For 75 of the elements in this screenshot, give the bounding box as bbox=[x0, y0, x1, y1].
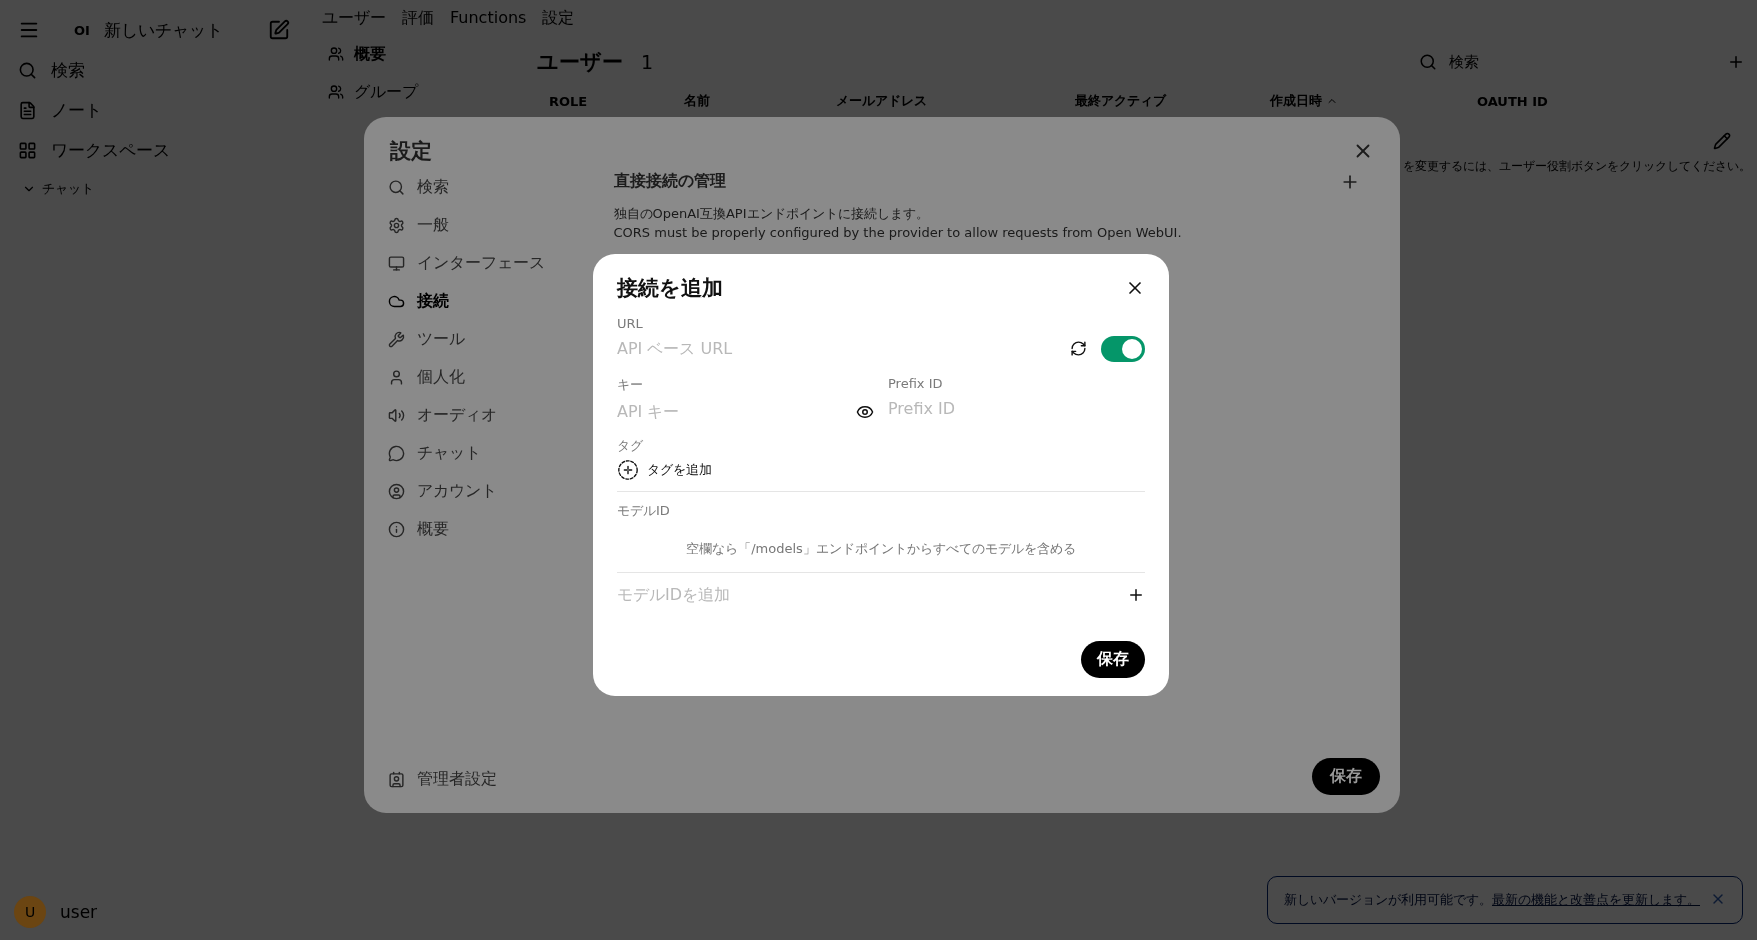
user-circle-icon bbox=[387, 482, 405, 500]
settings-nav-item[interactable]: 一般 bbox=[383, 209, 594, 241]
people-icon bbox=[328, 46, 344, 62]
refresh-button[interactable] bbox=[1070, 340, 1087, 357]
settings-nav-item[interactable]: ツール bbox=[383, 323, 594, 355]
sidebar-item[interactable]: 検索 bbox=[10, 50, 290, 90]
new-chat-title[interactable]: 新しいチャット bbox=[103, 18, 254, 42]
column-header[interactable]: 最終アクティブ bbox=[1075, 92, 1270, 110]
settings-nav-item[interactable]: 接続 bbox=[383, 285, 594, 317]
save-button[interactable]: 保存 bbox=[1311, 758, 1380, 795]
column-header[interactable]: ROLE bbox=[549, 93, 684, 109]
user-avatar: U bbox=[14, 896, 46, 928]
user-name[interactable]: user bbox=[60, 902, 98, 922]
api-key-input[interactable]: API キー bbox=[617, 398, 842, 425]
update-link[interactable]: 最新の機能と改善点を更新します。 bbox=[1492, 892, 1700, 907]
field-label: URL bbox=[617, 316, 644, 331]
hint-text: を変更するには、ユーザー役割ボタンをクリックしてください。 bbox=[1403, 158, 1751, 175]
url-input[interactable]: API ベース URL bbox=[617, 335, 1056, 362]
people-icon bbox=[328, 84, 344, 100]
logo: OI bbox=[74, 22, 90, 38]
add-tag-button[interactable]: タグを追加 bbox=[617, 459, 1145, 481]
users-title: ユーザー bbox=[537, 49, 623, 76]
column-header[interactable]: OAUTH ID bbox=[1477, 93, 1745, 109]
admin-tab[interactable]: 評価 bbox=[402, 8, 434, 32]
document-icon bbox=[18, 100, 37, 120]
admin-tab[interactable]: Functions bbox=[450, 8, 527, 32]
settings-nav-item[interactable]: アカウント bbox=[383, 475, 594, 507]
settings-nav-item[interactable]: 検索 bbox=[383, 171, 594, 203]
info-icon bbox=[387, 520, 405, 538]
sidebar-item[interactable]: ノート bbox=[10, 90, 290, 130]
edit-button[interactable] bbox=[1713, 132, 1731, 150]
cors-note: CORS must be properly configured by the provider to allow requests from Open WebUI. bbox=[613, 224, 1183, 242]
field-label: モデルID bbox=[617, 502, 671, 520]
field-label: Prefix ID bbox=[888, 376, 944, 391]
speaker-icon bbox=[387, 406, 405, 424]
grid-icon bbox=[18, 140, 37, 160]
monitor-icon bbox=[387, 254, 405, 272]
save-button[interactable]: 保存 bbox=[1081, 641, 1145, 678]
subnav-item[interactable]: グループ bbox=[322, 78, 537, 106]
user-count: 1 bbox=[641, 51, 655, 73]
dialog-title: 接続を追加 bbox=[617, 275, 723, 302]
field-label: キー bbox=[617, 376, 644, 394]
search-icon bbox=[1419, 53, 1437, 71]
id-card-icon bbox=[387, 770, 405, 788]
wrench-icon bbox=[387, 330, 405, 348]
search-icon bbox=[387, 178, 405, 196]
admin-tab[interactable]: ユーザー bbox=[322, 8, 386, 32]
enable-toggle[interactable] bbox=[1101, 335, 1145, 362]
section-title: 直接接続の管理 bbox=[613, 171, 726, 192]
column-header[interactable]: 作成日時 bbox=[1270, 92, 1477, 110]
search-icon bbox=[18, 60, 37, 80]
settings-nav-item[interactable]: 個人化 bbox=[383, 361, 594, 393]
admin-tab[interactable]: 設定 bbox=[542, 8, 575, 32]
description-text: 独自のOpenAI互換APIエンドポイントに接続します。 bbox=[613, 205, 930, 223]
settings-nav-item[interactable]: オーディオ bbox=[383, 399, 594, 431]
gear-icon bbox=[387, 216, 405, 234]
add-user-button[interactable] bbox=[1727, 53, 1745, 71]
settings-nav-item[interactable]: 概要 bbox=[383, 513, 594, 545]
settings-title: 設定 bbox=[389, 138, 432, 165]
settings-nav-item[interactable]: チャット bbox=[383, 437, 594, 469]
dashed-plus-circle-icon bbox=[617, 459, 639, 481]
field-label: タグ bbox=[617, 437, 644, 455]
admin-settings-item[interactable]: 管理者設定 bbox=[383, 763, 594, 795]
model-id-input[interactable]: モデルIDを追加 bbox=[617, 581, 1113, 608]
column-header[interactable]: 名前 bbox=[684, 92, 836, 110]
prefix-id-input[interactable]: Prefix ID bbox=[888, 395, 1145, 422]
chat-bubble-icon bbox=[387, 444, 405, 462]
empty-models-text: 空欄なら「/models」エンドポイントからすべてのモデルを含める bbox=[685, 540, 1077, 558]
search-field[interactable]: 検索 bbox=[1419, 52, 1709, 72]
subnav-item[interactable]: 概要 bbox=[322, 40, 537, 68]
new-chat-button[interactable] bbox=[268, 19, 290, 41]
sidebar-item[interactable]: ワークスペース bbox=[10, 130, 290, 170]
settings-nav-item[interactable]: インターフェース bbox=[383, 247, 594, 279]
column-header[interactable]: メールアドレス bbox=[836, 92, 1075, 110]
chat-section-toggle[interactable]: チャット bbox=[10, 170, 290, 198]
